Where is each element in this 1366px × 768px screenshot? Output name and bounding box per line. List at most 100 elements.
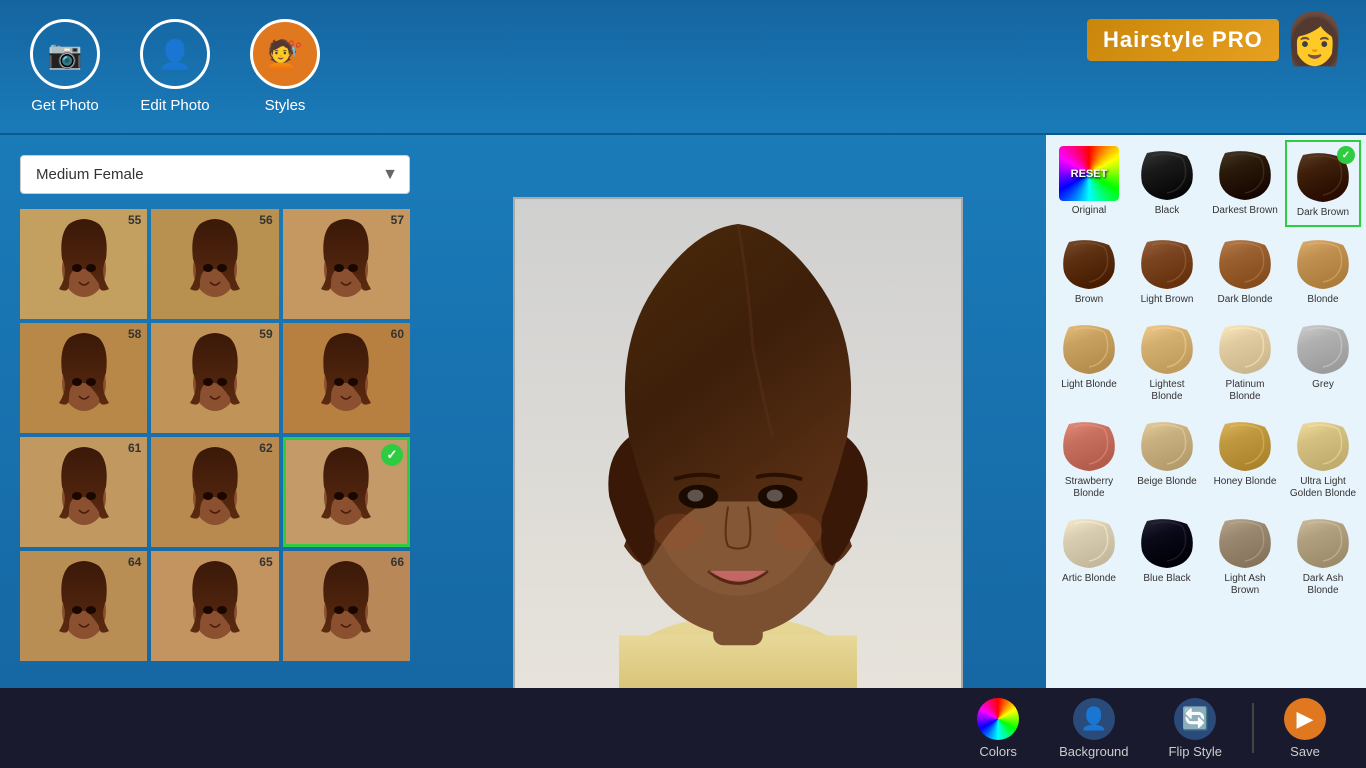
- style-item[interactable]: 65: [151, 551, 278, 661]
- color-item-grey[interactable]: Grey: [1285, 314, 1361, 409]
- color-label-lightest-blonde: Lightest Blonde: [1133, 379, 1201, 403]
- hair-swatch-svg: [1137, 237, 1197, 289]
- color-item-black[interactable]: Black: [1129, 140, 1205, 227]
- color-swatch-artic-blonde: [1059, 514, 1119, 569]
- colors-icon: ⬤: [977, 698, 1019, 740]
- color-item-artic-blonde[interactable]: Artic Blonde: [1051, 508, 1127, 603]
- flip-style-label: Flip Style: [1169, 744, 1222, 759]
- style-item[interactable]: 66: [283, 551, 410, 661]
- hair-swatch-svg: [1137, 148, 1197, 200]
- hair-swatch-svg: [1059, 419, 1119, 471]
- color-label-artic-blonde: Artic Blonde: [1062, 573, 1116, 585]
- color-label-dark-blonde: Dark Blonde: [1217, 294, 1272, 306]
- color-label-dark-ash-blonde: Dark Ash Blonde: [1289, 573, 1357, 597]
- header: 📷Get Photo 👤Edit Photo 💇Styles Hairstyle P…: [0, 0, 1366, 135]
- color-swatch-honey-blonde: [1215, 417, 1275, 472]
- color-label-blue-black: Blue Black: [1143, 573, 1190, 585]
- hair-swatch-svg: [1215, 237, 1275, 289]
- brand: Hairstyle PRO 👩: [1087, 10, 1346, 69]
- style-number: 64: [128, 555, 141, 569]
- color-item-ultra-light-golden[interactable]: Ultra Light Golden Blonde: [1285, 411, 1361, 506]
- nav-item-edit-photo[interactable]: 👤Edit Photo: [140, 19, 210, 114]
- style-item[interactable]: 56: [151, 209, 278, 319]
- flip-style-button[interactable]: 🔄 Flip Style: [1149, 690, 1242, 767]
- nav-icon-get-photo: 📷: [30, 19, 100, 89]
- color-swatch-black: [1137, 146, 1197, 201]
- color-item-light-brown[interactable]: Light Brown: [1129, 229, 1205, 312]
- left-panel: Medium Female Short Female Long Female S…: [0, 135, 430, 768]
- hair-swatch-svg: [1137, 516, 1197, 568]
- style-item[interactable]: 59: [151, 323, 278, 433]
- color-swatch-blue-black: [1137, 514, 1197, 569]
- style-item[interactable]: ✓: [283, 437, 410, 547]
- toolbar: ⬤ Colors 👤 Background 🔄 Flip Style ▶ Sav…: [0, 688, 1366, 768]
- brand-title: Hairstyle PRO: [1087, 19, 1279, 61]
- preview-frame: [513, 197, 963, 707]
- style-number: 58: [128, 327, 141, 341]
- hair-swatch-svg: [1059, 237, 1119, 289]
- color-label-light-blonde: Light Blonde: [1061, 379, 1117, 391]
- style-category-dropdown[interactable]: Medium Female Short Female Long Female S…: [20, 155, 410, 194]
- nav-item-styles[interactable]: 💇Styles: [250, 19, 320, 114]
- header-nav: 📷Get Photo 👤Edit Photo 💇Styles: [30, 19, 320, 114]
- color-swatch-light-blonde: [1059, 320, 1119, 375]
- style-item[interactable]: 61: [20, 437, 147, 547]
- toolbar-divider: [1252, 703, 1254, 753]
- style-number: 61: [128, 441, 141, 455]
- color-label-blonde: Blonde: [1307, 294, 1338, 306]
- color-item-honey-blonde[interactable]: Honey Blonde: [1207, 411, 1283, 506]
- style-item[interactable]: 57: [283, 209, 410, 319]
- color-item-strawberry-blonde[interactable]: Strawberry Blonde: [1051, 411, 1127, 506]
- nav-item-get-photo[interactable]: 📷Get Photo: [30, 19, 100, 114]
- style-item[interactable]: 62: [151, 437, 278, 547]
- color-item-original[interactable]: RESETOriginal: [1051, 140, 1127, 227]
- hair-swatch-svg: [1215, 419, 1275, 471]
- style-item[interactable]: 60: [283, 323, 410, 433]
- color-item-darkest-brown[interactable]: Darkest Brown: [1207, 140, 1283, 227]
- brand-mascot-icon: 👩: [1284, 10, 1346, 69]
- color-item-lightest-blonde[interactable]: Lightest Blonde: [1129, 314, 1205, 409]
- hair-swatch-svg: [1215, 322, 1275, 374]
- selected-checkmark-icon: ✓: [381, 444, 403, 466]
- save-label: Save: [1290, 744, 1320, 759]
- hair-swatch-svg: [1059, 322, 1119, 374]
- color-item-brown[interactable]: Brown: [1051, 229, 1127, 312]
- colors-button[interactable]: ⬤ Colors: [957, 690, 1039, 767]
- save-button[interactable]: ▶ Save: [1264, 690, 1346, 767]
- color-label-ultra-light-golden: Ultra Light Golden Blonde: [1289, 476, 1357, 500]
- color-swatch-light-brown: [1137, 235, 1197, 290]
- color-item-blue-black[interactable]: Blue Black: [1129, 508, 1205, 603]
- color-item-beige-blonde[interactable]: Beige Blonde: [1129, 411, 1205, 506]
- preview-image: [515, 199, 961, 705]
- color-item-dark-blonde[interactable]: Dark Blonde: [1207, 229, 1283, 312]
- style-number: 59: [259, 327, 272, 341]
- color-item-light-ash-brown[interactable]: Light Ash Brown: [1207, 508, 1283, 603]
- color-item-dark-ash-blonde[interactable]: Dark Ash Blonde: [1285, 508, 1361, 603]
- style-number: 57: [391, 213, 404, 227]
- hair-swatch-svg: [1137, 322, 1197, 374]
- background-button[interactable]: 👤 Background: [1039, 690, 1148, 767]
- color-swatch-darkest-brown: [1215, 146, 1275, 201]
- nav-icon-styles: 💇: [250, 19, 320, 89]
- style-item[interactable]: 58: [20, 323, 147, 433]
- color-label-light-brown: Light Brown: [1141, 294, 1194, 306]
- style-number: 56: [259, 213, 272, 227]
- color-item-blonde[interactable]: Blonde: [1285, 229, 1361, 312]
- center-panel: [430, 135, 1046, 768]
- hair-swatch-svg: [1293, 322, 1353, 374]
- style-number: 60: [391, 327, 404, 341]
- color-item-platinum-blonde[interactable]: Platinum Blonde: [1207, 314, 1283, 409]
- color-item-dark-brown[interactable]: Dark Brown✓: [1285, 140, 1361, 227]
- color-label-darkest-brown: Darkest Brown: [1212, 205, 1278, 217]
- color-label-grey: Grey: [1312, 379, 1334, 391]
- color-item-light-blonde[interactable]: Light Blonde: [1051, 314, 1127, 409]
- main-area: Medium Female Short Female Long Female S…: [0, 135, 1366, 768]
- color-swatch-blonde: [1293, 235, 1353, 290]
- hair-swatch-svg: [1215, 148, 1275, 200]
- style-item[interactable]: 64: [20, 551, 147, 661]
- color-label-black: Black: [1155, 205, 1179, 217]
- color-swatch-ultra-light-golden: [1293, 417, 1353, 472]
- style-item[interactable]: 55: [20, 209, 147, 319]
- color-swatch-strawberry-blonde: [1059, 417, 1119, 472]
- styles-grid: 55 56 57: [20, 209, 410, 661]
